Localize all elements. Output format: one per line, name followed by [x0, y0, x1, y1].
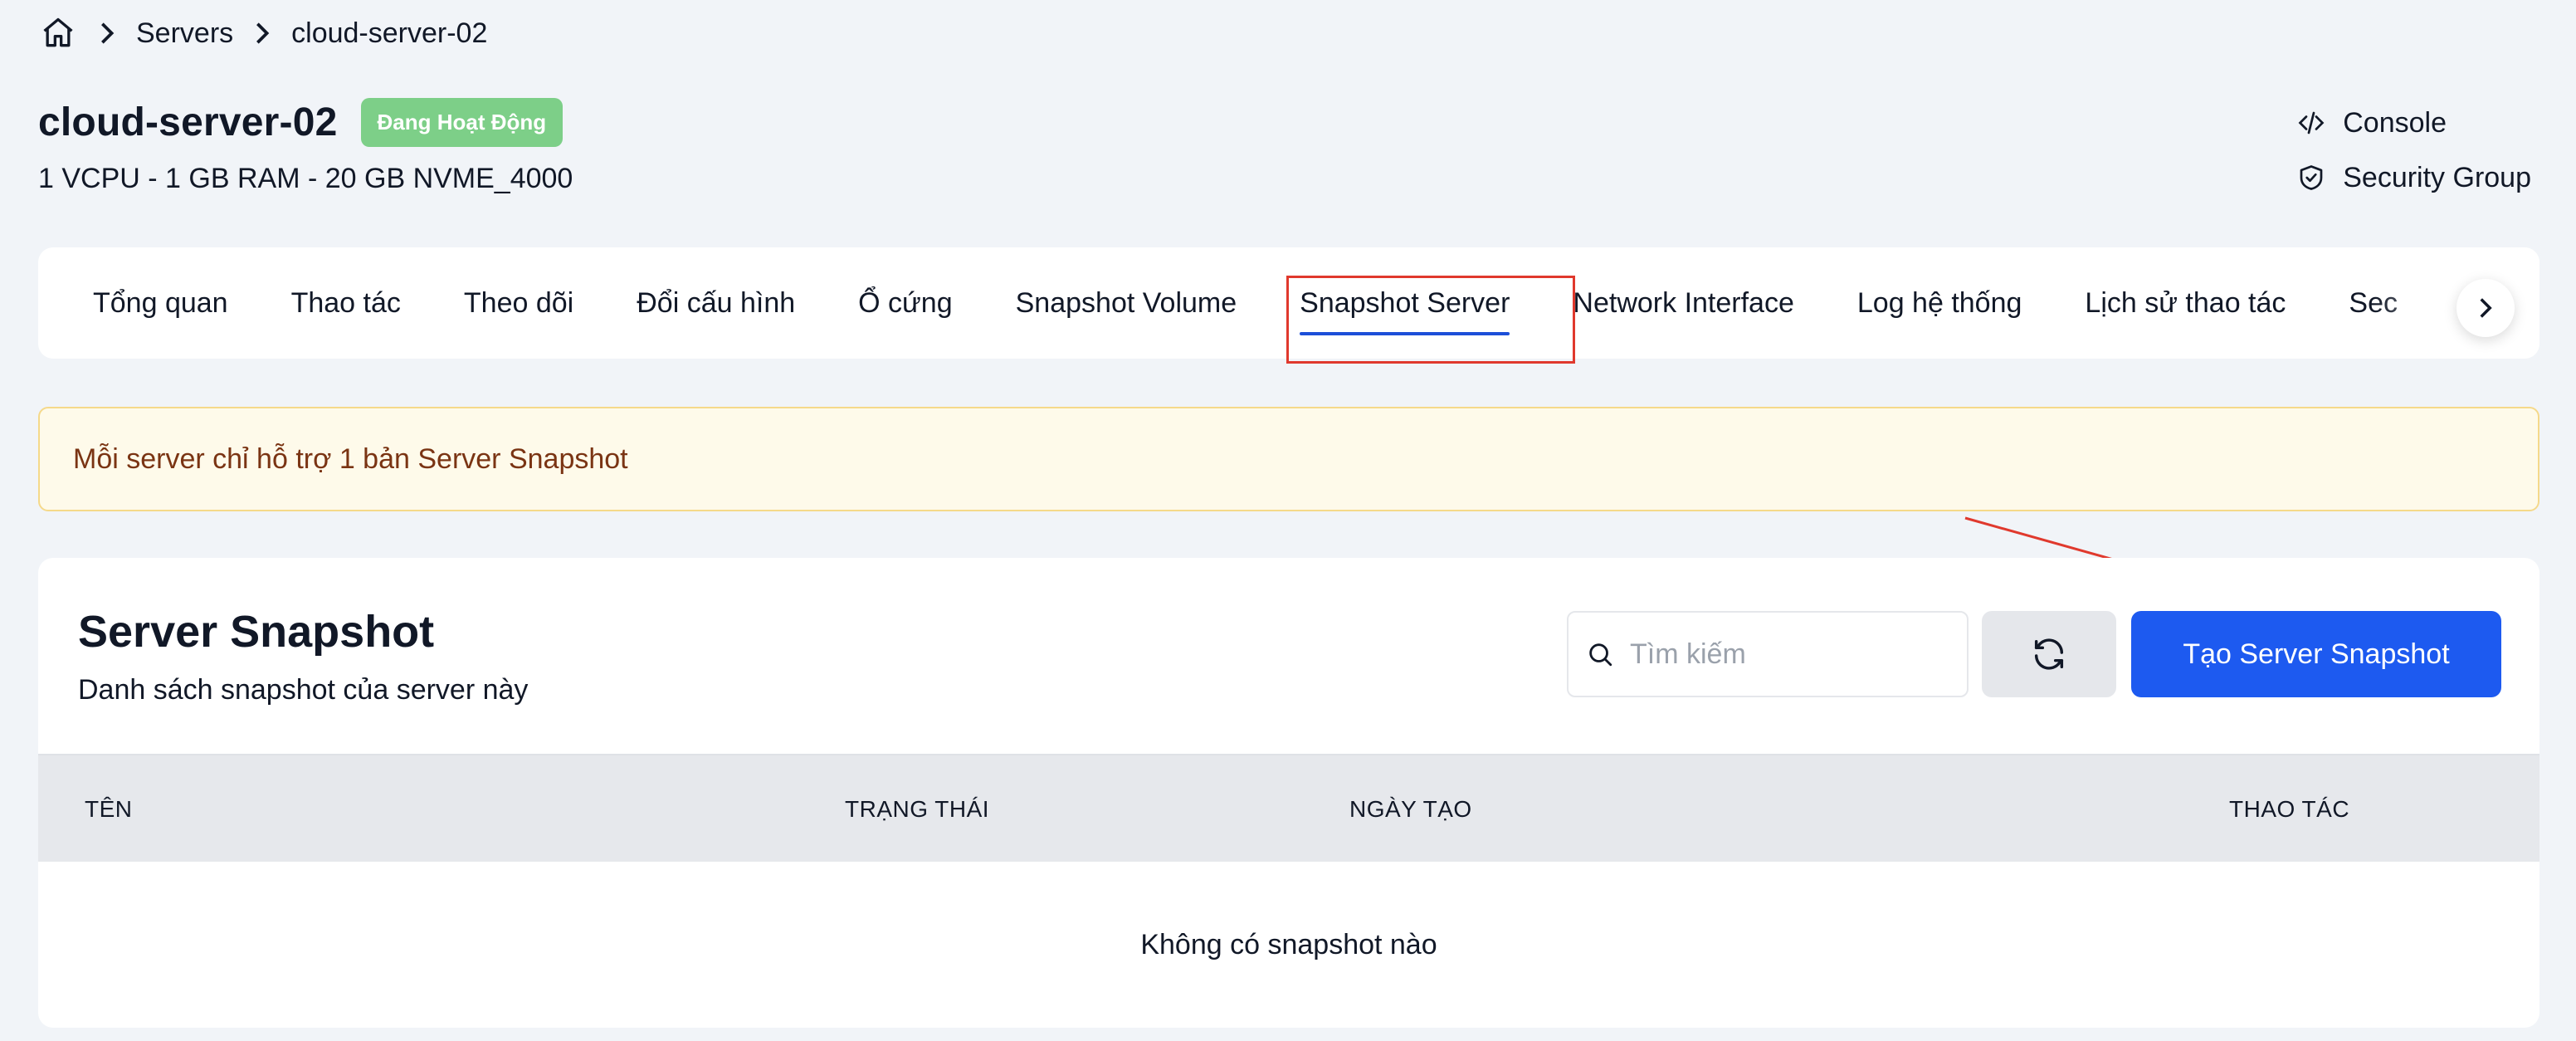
- tab-action-history[interactable]: Lịch sử thao tác: [2053, 247, 2317, 359]
- tab-disk[interactable]: Ổ cứng: [827, 247, 983, 359]
- home-icon[interactable]: [38, 13, 78, 53]
- code-icon: [2295, 106, 2328, 139]
- empty-state: Không có snapshot nào: [1140, 928, 1437, 960]
- header-actions: Console Security Group: [2295, 106, 2531, 194]
- card-title: Server Snapshot: [78, 607, 435, 657]
- chevron-right-icon: [233, 21, 291, 46]
- chevron-right-icon: [78, 21, 136, 46]
- search-icon: [1583, 638, 1617, 671]
- column-actions: THAO TÁC: [2229, 796, 2350, 822]
- table-header: TÊN TRẠNG THÁI NGÀY TẠO THAO TÁC: [38, 754, 2539, 862]
- tab-overview[interactable]: Tổng quan: [55, 247, 260, 359]
- tab-network-interface[interactable]: Network Interface: [1541, 247, 1825, 359]
- card-subtitle: Danh sách snapshot của server này: [78, 674, 529, 706]
- info-alert: Mỗi server chỉ hỗ trợ 1 bản Server Snaps…: [38, 407, 2539, 511]
- console-label: Console: [2343, 106, 2447, 139]
- server-specs: 1 VCPU - 1 GB RAM - 20 GB NVME_4000: [38, 163, 573, 194]
- tab-snapshot-volume[interactable]: Snapshot Volume: [984, 247, 1269, 359]
- page-title: cloud-server-02: [38, 100, 338, 144]
- search-box: [1567, 611, 1969, 697]
- security-group-label: Security Group: [2343, 161, 2531, 193]
- tabs-scroll-right-button[interactable]: [2456, 279, 2515, 337]
- tab-actions[interactable]: Thao tác: [260, 247, 432, 359]
- breadcrumb: Servers cloud-server-02: [38, 12, 487, 55]
- search-input[interactable]: [1630, 638, 1945, 671]
- column-created-date: NGÀY TẠO: [1349, 796, 1472, 822]
- breadcrumb-servers[interactable]: Servers: [136, 17, 233, 50]
- tab-snapshot-server[interactable]: Snapshot Server: [1268, 247, 1541, 359]
- breadcrumb-current: cloud-server-02: [291, 17, 488, 49]
- tab-bar: Tổng quan Thao tác Theo dõi Đổi cấu hình…: [38, 247, 2539, 359]
- refresh-icon: [2034, 638, 2064, 670]
- shield-check-icon: [2295, 161, 2328, 194]
- alert-text: Mỗi server chỉ hỗ trợ 1 bản Server Snaps…: [73, 442, 628, 475]
- tab-resize[interactable]: Đổi cấu hình: [605, 247, 827, 359]
- refresh-button[interactable]: [1982, 611, 2116, 697]
- tab-monitoring[interactable]: Theo dõi: [432, 247, 605, 359]
- status-badge: Đang Hoạt Động: [360, 98, 564, 147]
- create-server-snapshot-button[interactable]: Tạo Server Snapshot: [2131, 611, 2501, 697]
- chevron-right-icon: [2480, 298, 2492, 318]
- security-group-link[interactable]: Security Group: [2295, 161, 2531, 194]
- title-row: cloud-server-02 Đang Hoạt Động: [38, 98, 564, 147]
- column-name: TÊN: [85, 796, 133, 822]
- tab-system-log[interactable]: Log hệ thống: [1826, 247, 2054, 359]
- column-status: TRẠNG THÁI: [845, 796, 990, 822]
- console-link[interactable]: Console: [2295, 106, 2531, 139]
- server-snapshot-card: Server Snapshot Danh sách snapshot của s…: [38, 558, 2539, 1028]
